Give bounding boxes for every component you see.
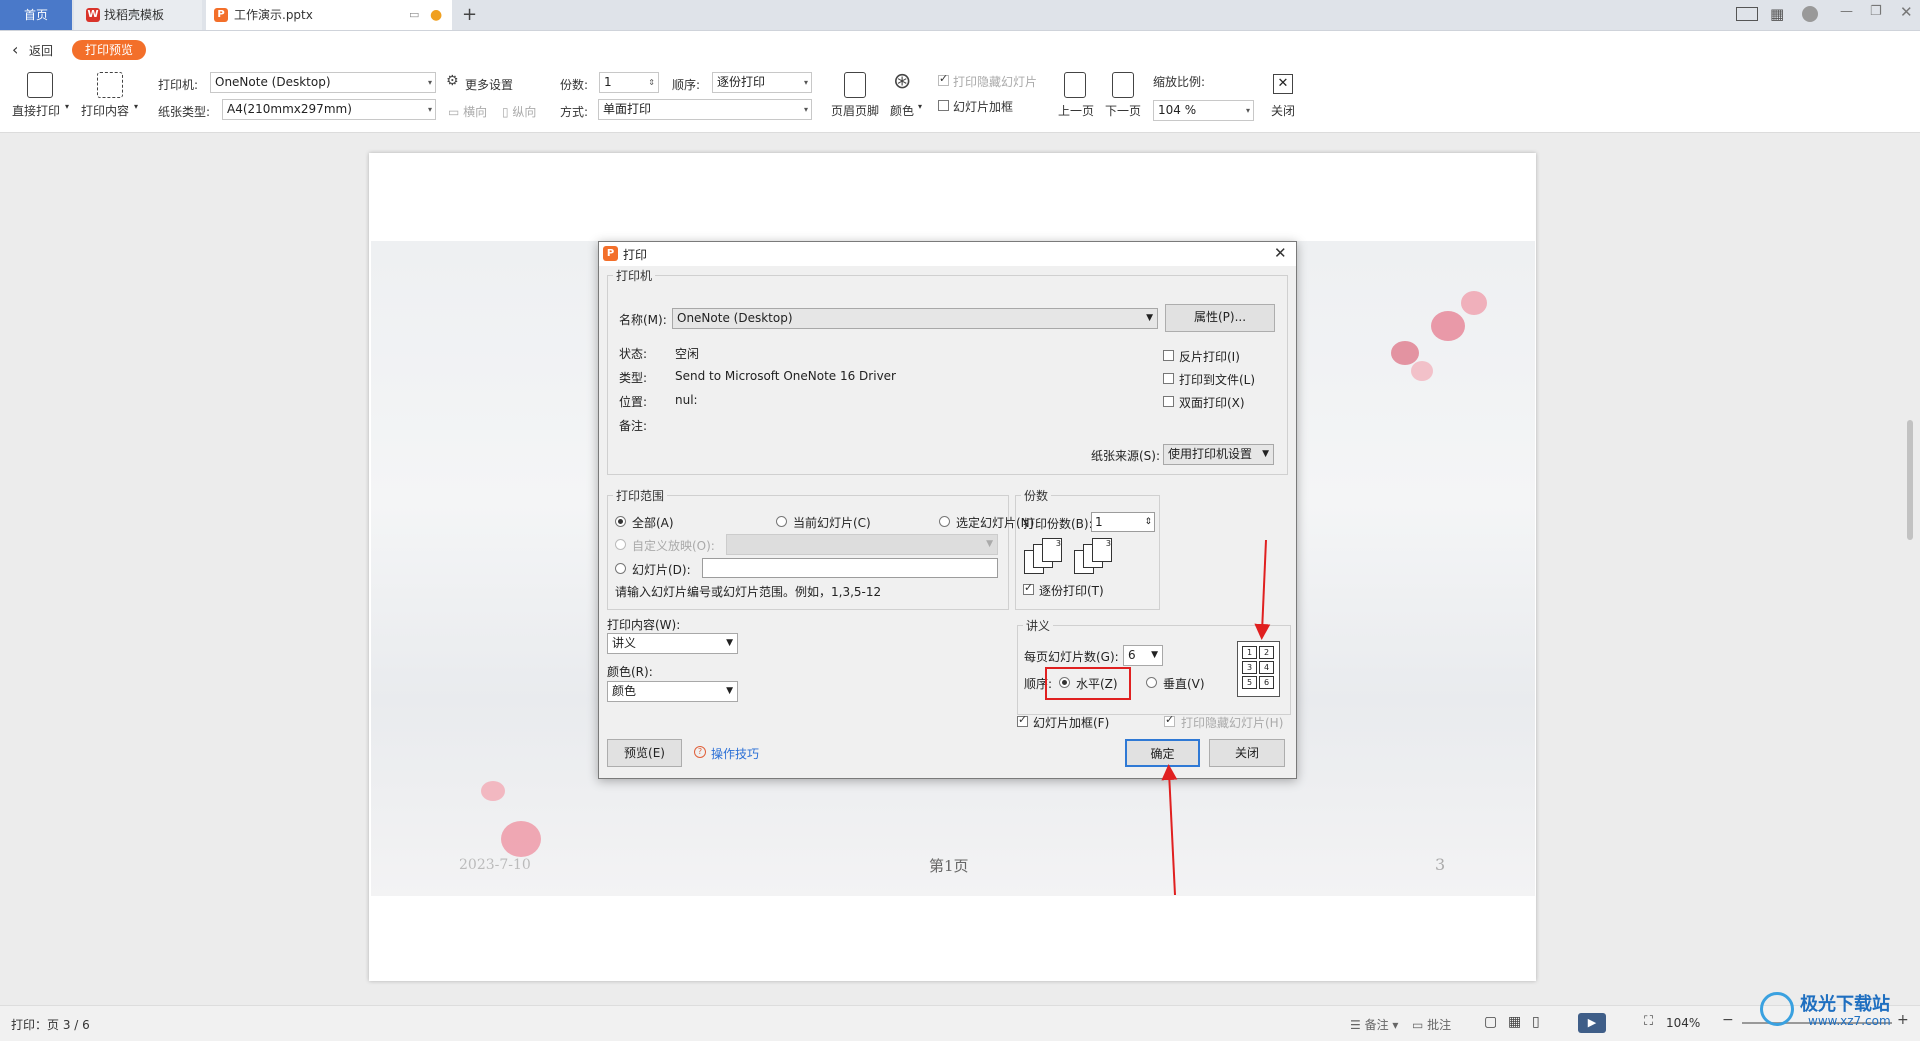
comments-button[interactable]: ▭ 批注 — [1412, 1016, 1451, 1033]
arrow-to-layout — [1254, 539, 1271, 640]
notes-button[interactable]: ☰ 备注 ▾ — [1350, 1016, 1398, 1033]
watermark-name: 极光下载站 — [1800, 994, 1890, 1015]
play-icon[interactable]: ▶ — [1578, 1013, 1606, 1033]
status-bar: 打印：页 3 / 6 ☰ 备注 ▾ ▭ 批注 ▢ ▦ ▯ ▶ ⛶ 104% − … — [0, 1005, 1920, 1041]
watermark-logo-icon — [1760, 992, 1794, 1026]
watermark-url: www.xz7.com — [1808, 1014, 1891, 1028]
normal-view-icon[interactable]: ▢ — [1484, 1014, 1497, 1030]
site-watermark: 极光下载站 www.xz7.com — [1760, 990, 1915, 1036]
zoom-out-icon[interactable]: − — [1722, 1012, 1734, 1028]
arrow-to-ok — [1161, 764, 1178, 896]
annotation-arrows — [1161, 539, 1271, 896]
zoom-percent[interactable]: 104% — [1666, 1016, 1700, 1030]
page-indicator: 打印：页 3 / 6 — [11, 1018, 90, 1032]
fit-icon[interactable]: ⛶ — [1644, 1014, 1653, 1029]
reading-view-icon[interactable]: ▯ — [1532, 1014, 1540, 1030]
grid-view-icon[interactable]: ▦ — [1508, 1014, 1521, 1030]
